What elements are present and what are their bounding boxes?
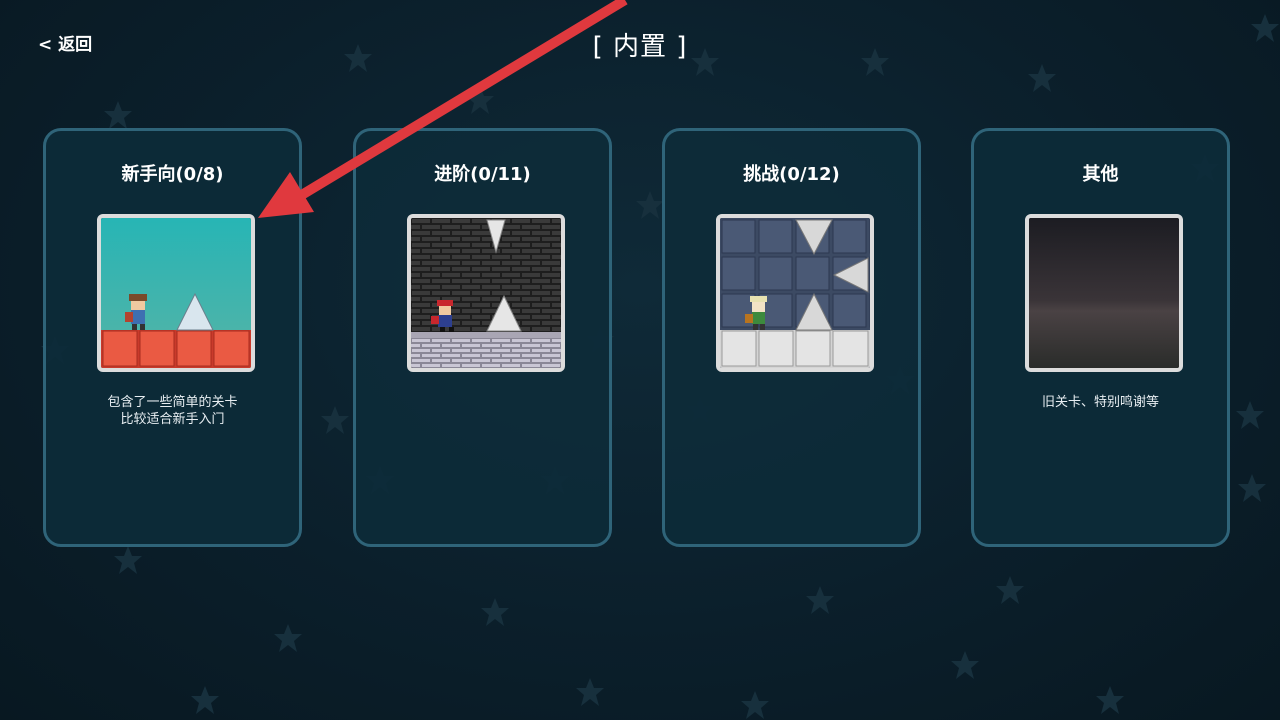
card-title: 新手向(0/8) <box>121 164 224 185</box>
level-card-other[interactable]: 其他 旧关卡、特别鸣谢等 <box>971 128 1230 547</box>
card-description: 包含了一些简单的关卡 比较适合新手入门 <box>46 394 299 428</box>
description-line: 比较适合新手入门 <box>120 412 225 427</box>
level-preview-image <box>716 214 874 372</box>
level-card-beginner[interactable]: 新手向(0/8) 包含了一些简单的关卡 比较适合新手入门 <box>43 128 302 547</box>
card-title: 其他 <box>1082 164 1119 185</box>
page-title: [ 内置 ] <box>592 32 688 62</box>
level-preview-image <box>407 214 565 372</box>
card-title: 进阶(0/11) <box>434 164 531 185</box>
description-line: 旧关卡、特别鸣谢等 <box>1041 395 1159 410</box>
level-preview-image <box>97 214 255 372</box>
level-card-challenge[interactable]: 挑战(0/12) <box>662 128 921 547</box>
card-title: 挑战(0/12) <box>743 164 840 185</box>
description-line: 包含了一些简单的关卡 <box>107 395 238 410</box>
card-description: 旧关卡、特别鸣谢等 <box>974 394 1227 411</box>
level-card-advanced[interactable]: 进阶(0/11) <box>353 128 612 547</box>
level-preview-image <box>1025 214 1183 372</box>
